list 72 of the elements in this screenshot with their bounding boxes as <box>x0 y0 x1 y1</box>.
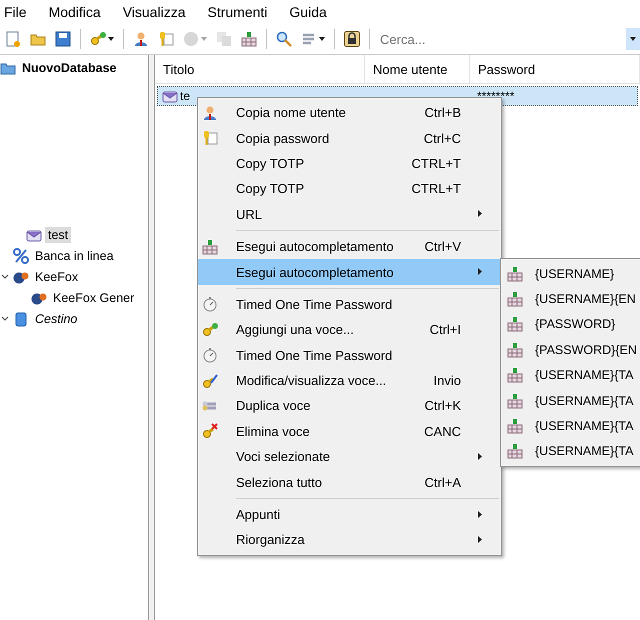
stopwatch-icon <box>202 347 218 364</box>
menu-item[interactable]: {USERNAME}{TA <box>501 413 640 439</box>
menu-item[interactable]: Duplica voce Ctrl+K <box>198 393 501 419</box>
menu-item[interactable]: {PASSWORD} <box>501 312 640 338</box>
keyboard-icon <box>202 238 218 255</box>
menu-item[interactable]: {USERNAME} <box>501 261 640 286</box>
menu-item[interactable]: {PASSWORD}{EN <box>501 337 640 363</box>
toolbar-button[interactable] <box>341 28 363 50</box>
menu-item[interactable]: Modifica <box>48 4 111 20</box>
menu-item[interactable]: Modifica/visualizza voce... Invio <box>198 368 501 394</box>
menu-item[interactable]: {USERNAME}{TA <box>501 438 640 464</box>
keyboard-icon <box>507 291 523 308</box>
key-add-icon <box>90 31 106 47</box>
table-cell: ******** <box>477 89 514 103</box>
recycle-bin-icon <box>13 310 29 326</box>
menu-item[interactable]: Esegui autocompletamento <box>198 259 501 285</box>
column-header[interactable]: Nome utente <box>365 55 470 83</box>
tree-item[interactable]: test <box>45 226 72 242</box>
key-card-icon <box>202 130 218 146</box>
dropdown-button[interactable] <box>626 28 640 50</box>
keyboard-icon <box>507 316 523 332</box>
column-header[interactable]: Titolo <box>155 55 365 83</box>
menu-item[interactable]: {USERNAME}{TA <box>501 388 640 414</box>
globe-icon <box>183 31 199 47</box>
stopwatch-icon <box>202 296 218 312</box>
keyboard-icon <box>507 266 523 282</box>
menu-item[interactable]: File <box>4 4 37 20</box>
menu-item[interactable]: Esegui autocompletamento Ctrl+V <box>198 234 501 260</box>
menu-item[interactable]: URL <box>198 202 501 227</box>
menu-item[interactable]: {USERNAME}{TA <box>501 362 640 388</box>
column-header[interactable]: Password <box>470 55 640 83</box>
keyboard-icon <box>507 392 523 409</box>
menu-item[interactable]: Strumenti <box>207 4 278 20</box>
menu-item[interactable]: Seleziona tutto Ctrl+A <box>198 469 501 495</box>
expander-icon[interactable] <box>0 274 10 280</box>
tree-item[interactable]: Cestino <box>32 310 80 326</box>
keyboard-icon <box>507 418 523 434</box>
menu-item[interactable]: Timed One Time Password <box>198 292 501 318</box>
keyboard-icon <box>507 443 523 460</box>
new-document-icon <box>5 31 21 47</box>
tree-item[interactable]: KeeFox <box>32 268 82 284</box>
keyboard-icon <box>507 342 523 358</box>
expander-icon[interactable] <box>0 316 10 322</box>
percent-icon <box>13 248 29 264</box>
tree-item[interactable]: KeeFox Gener <box>50 290 138 306</box>
menu-item[interactable]: {USERNAME}{EN <box>501 286 640 312</box>
user-icon <box>202 104 218 121</box>
user-icon <box>133 31 149 47</box>
search-icon <box>276 31 292 47</box>
menu-item[interactable]: Copia password Ctrl+C <box>198 125 501 151</box>
menu-item[interactable]: Timed One Time Password <box>198 342 501 368</box>
menu-item[interactable]: Copy TOTP CTRL+T <box>198 176 501 202</box>
keyboard-icon <box>241 31 257 47</box>
key-add-icon <box>202 322 218 338</box>
menu-item[interactable]: Appunti <box>198 502 501 528</box>
menu-item[interactable]: Copy TOTP CTRL+T <box>198 150 501 176</box>
save-icon <box>55 31 71 47</box>
tree-item[interactable]: Banca in linea <box>32 248 117 264</box>
copy-icon <box>216 31 232 47</box>
menu-item[interactable]: Voci selezionate <box>198 444 501 470</box>
key-card-icon <box>158 31 174 47</box>
caret-icon <box>630 37 636 41</box>
tree-item[interactable]: NuovoDatabase <box>19 60 120 76</box>
keyboard-icon <box>507 367 523 384</box>
menu-item[interactable]: Visualizza <box>122 4 196 20</box>
lock-icon <box>344 31 360 47</box>
menu-item[interactable]: Elimina voce CANC <box>198 418 501 444</box>
key-pencil-icon <box>202 372 218 389</box>
menu-item[interactable]: Riorganizza <box>198 527 501 553</box>
table-cell: te <box>180 89 190 103</box>
menu-item[interactable]: Guida <box>289 4 337 20</box>
key-delete-icon <box>202 423 218 440</box>
